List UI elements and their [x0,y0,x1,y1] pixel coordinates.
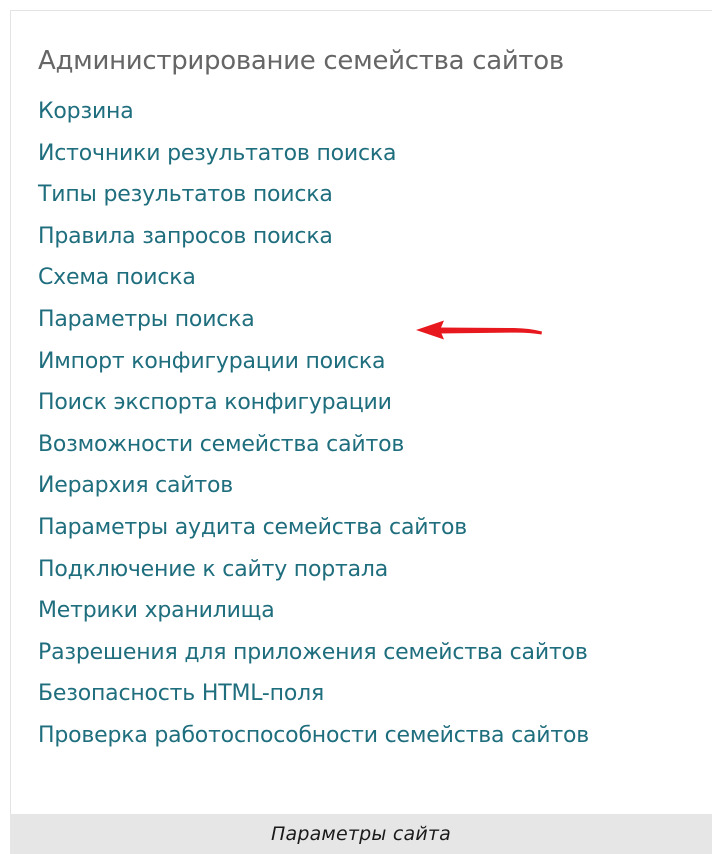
list-item: Типы результатов поиска [38,174,638,216]
list-item: Подключение к сайту портала [38,549,638,591]
link-site-collection-app-permissions[interactable]: Разрешения для приложения семейства сайт… [38,632,638,674]
screenshot-frame: Администрирование семейства сайтов Корзи… [0,0,712,854]
list-item: Параметры аудита семейства сайтов [38,507,638,549]
link-recycle-bin[interactable]: Корзина [38,91,638,133]
image-caption: Параметры сайта [271,823,451,845]
site-settings-panel: Администрирование семейства сайтов Корзи… [10,10,712,814]
link-site-collection-health-checks[interactable]: Проверка работоспособности семейства сай… [38,715,638,757]
list-item: Параметры поиска [38,299,638,341]
link-search-result-sources[interactable]: Источники результатов поиска [38,133,638,175]
link-site-hierarchy[interactable]: Иерархия сайтов [38,465,638,507]
link-search-result-types[interactable]: Типы результатов поиска [38,174,638,216]
caption-bar: Параметры сайта [10,814,712,854]
arrow-head [416,320,444,340]
arrow-shaft [438,327,542,335]
link-storage-metrics[interactable]: Метрики хранилища [38,590,638,632]
list-item: Возможности семейства сайтов [38,424,638,466]
link-site-collection-audit-settings[interactable]: Параметры аудита семейства сайтов [38,507,638,549]
list-item: Схема поиска [38,257,638,299]
list-item: Источники результатов поиска [38,133,638,175]
section-title: Администрирование семейства сайтов [38,46,564,76]
list-item: Проверка работоспособности семейства сай… [38,715,638,757]
link-search-query-rules[interactable]: Правила запросов поиска [38,216,638,258]
arrow-left-icon [416,320,542,340]
link-portal-site-connection[interactable]: Подключение к сайту портала [38,549,638,591]
settings-link-list: Корзина Источники результатов поиска Тип… [38,91,638,757]
list-item: Разрешения для приложения семейства сайт… [38,632,638,674]
list-item: Правила запросов поиска [38,216,638,258]
link-search-schema[interactable]: Схема поиска [38,257,638,299]
list-item: Импорт конфигурации поиска [38,341,638,383]
link-search-settings[interactable]: Параметры поиска [38,299,638,341]
list-item: Иерархия сайтов [38,465,638,507]
list-item: Корзина [38,91,638,133]
link-search-config-import[interactable]: Импорт конфигурации поиска [38,341,638,383]
list-item: Безопасность HTML-поля [38,673,638,715]
link-html-field-security[interactable]: Безопасность HTML-поля [38,673,638,715]
list-item: Поиск экспорта конфигурации [38,382,638,424]
list-item: Метрики хранилища [38,590,638,632]
link-site-collection-features[interactable]: Возможности семейства сайтов [38,424,638,466]
link-search-config-export[interactable]: Поиск экспорта конфигурации [38,382,638,424]
